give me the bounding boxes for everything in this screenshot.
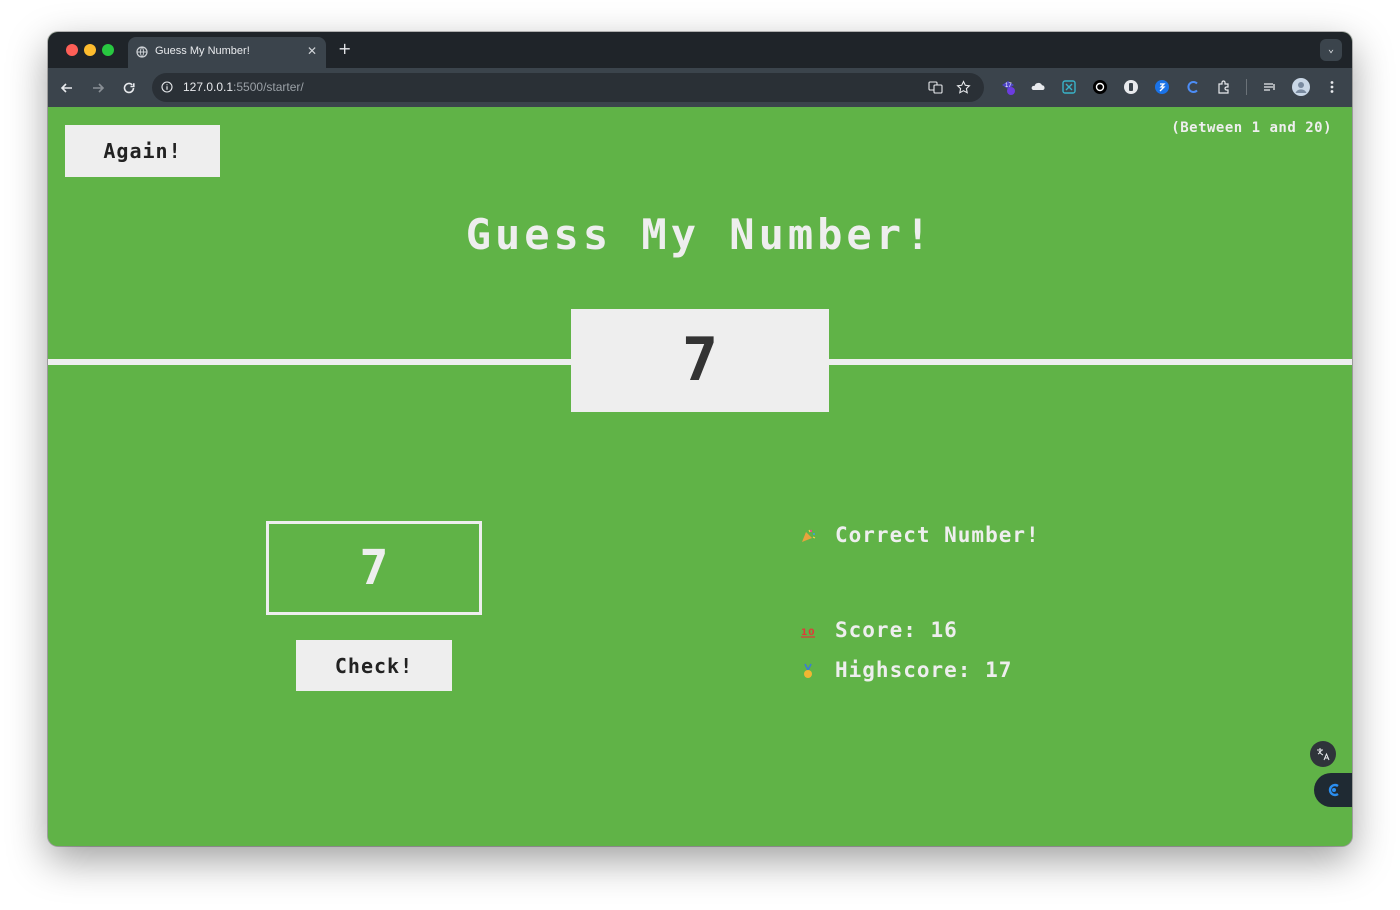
assistant-float-button[interactable] [1314,773,1352,807]
back-arrow-icon[interactable] [57,78,77,98]
media-control-icon[interactable] [1262,79,1278,95]
kebab-menu-icon[interactable] [1324,79,1340,95]
guess-message: Correct Number! [835,523,1040,547]
forward-arrow-icon[interactable] [88,78,108,98]
extension-badge-count: 17 [1005,83,1012,89]
score-label: Score: [835,618,917,642]
tab-search-button[interactable]: ⌄ [1320,39,1342,61]
party-popper-icon [802,529,816,542]
browser-window: Guess My Number! ✕ + ⌄ 127.0.0.1:5500/st… [48,32,1352,846]
check-button[interactable]: Check! [296,640,452,691]
url-host: 127.0.0.1 [183,80,234,94]
maximize-window-button[interactable] [102,44,114,56]
address-bar[interactable]: 127.0.0.1:5500/starter/ [152,73,984,102]
tab-title: Guess My Number! [155,45,250,57]
translate-icon[interactable] [928,80,943,95]
toolbar-separator [1246,79,1247,95]
profile-avatar-icon[interactable] [1292,78,1310,96]
password-manager-icon[interactable] [1123,79,1139,95]
highscore-text: Highscore: 17 [835,658,1012,682]
star-icon[interactable] [956,80,971,95]
translate-float-icon [1317,748,1330,761]
shield-extension-icon[interactable] [1154,79,1170,95]
again-button[interactable]: Again! [65,125,220,177]
site-info-icon[interactable] [161,81,173,93]
react-devtools-icon[interactable] [1061,79,1077,95]
translate-float-button[interactable] [1310,741,1336,767]
new-tab-button[interactable]: + [338,40,351,58]
c-extension-icon[interactable] [1185,79,1201,95]
score-text: Score: 16 [835,618,958,642]
hundred-points-icon: 100 [801,628,816,638]
highscore-label: Highscore: [835,658,972,682]
puzzle-icon[interactable] [1216,79,1232,95]
threads-icon[interactable] [1092,79,1108,95]
reload-icon[interactable] [119,78,139,98]
score-value: 16 [930,618,958,642]
assistant-swirl-icon [1328,783,1339,797]
tab-guess-my-number[interactable]: Guess My Number! ✕ [128,37,326,68]
page-title: Guess My Number! [465,210,935,259]
game-page: Again! (Between 1 and 20) Guess My Numbe… [48,107,1352,846]
tab-close-icon[interactable]: ✕ [307,44,317,58]
minimize-window-button[interactable] [84,44,96,56]
guess-input[interactable] [266,521,482,615]
browser-toolbar: 127.0.0.1:5500/starter/ 17 [48,68,1352,107]
cloud-icon[interactable] [1030,79,1046,95]
secret-number-box: 7 [571,309,829,412]
globe-icon [136,46,148,58]
highscore-value: 17 [985,658,1013,682]
url-text[interactable]: 127.0.0.1:5500/starter/ [183,80,304,94]
medal-icon [804,663,812,678]
url-path: :5500/starter/ [233,80,304,94]
range-hint: (Between 1 and 20) [1171,120,1332,136]
tab-bar: Guess My Number! ✕ + ⌄ [48,32,1352,68]
close-window-button[interactable] [66,44,78,56]
